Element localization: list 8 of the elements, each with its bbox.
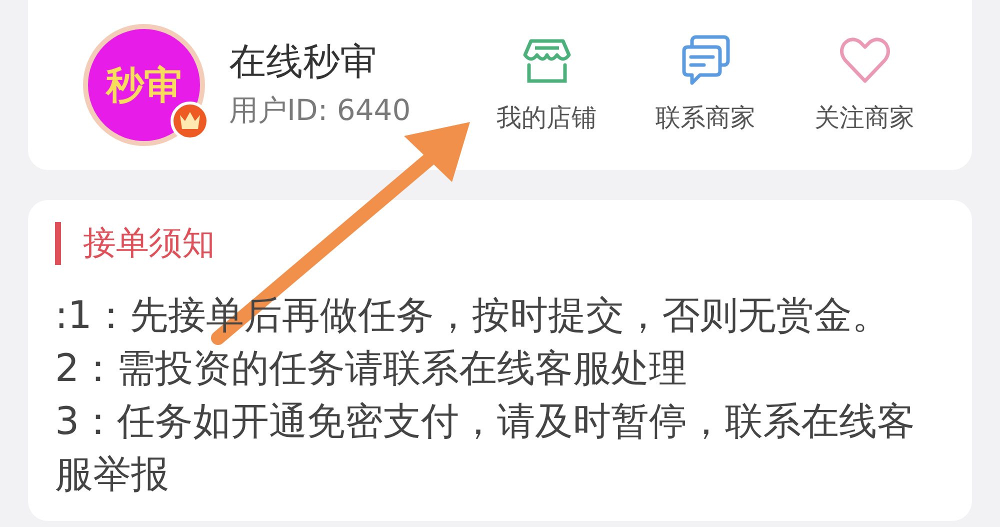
user-name: 在线秒审 xyxy=(229,40,378,84)
user-id: 用户ID: 6440 xyxy=(229,92,411,129)
action-button[interactable]: 我的店铺 xyxy=(467,33,626,137)
section-title: 接单须知 xyxy=(55,222,932,265)
action-button[interactable]: 关注商家 xyxy=(785,33,944,137)
action-button[interactable]: 联系商家 xyxy=(626,33,785,137)
notice-line: 3：任务如开通免密支付，请及时暂停，联系在线客服举报 xyxy=(55,398,916,498)
notice-line: 2：需投资的任务请联系在线客服处理 xyxy=(55,344,688,392)
